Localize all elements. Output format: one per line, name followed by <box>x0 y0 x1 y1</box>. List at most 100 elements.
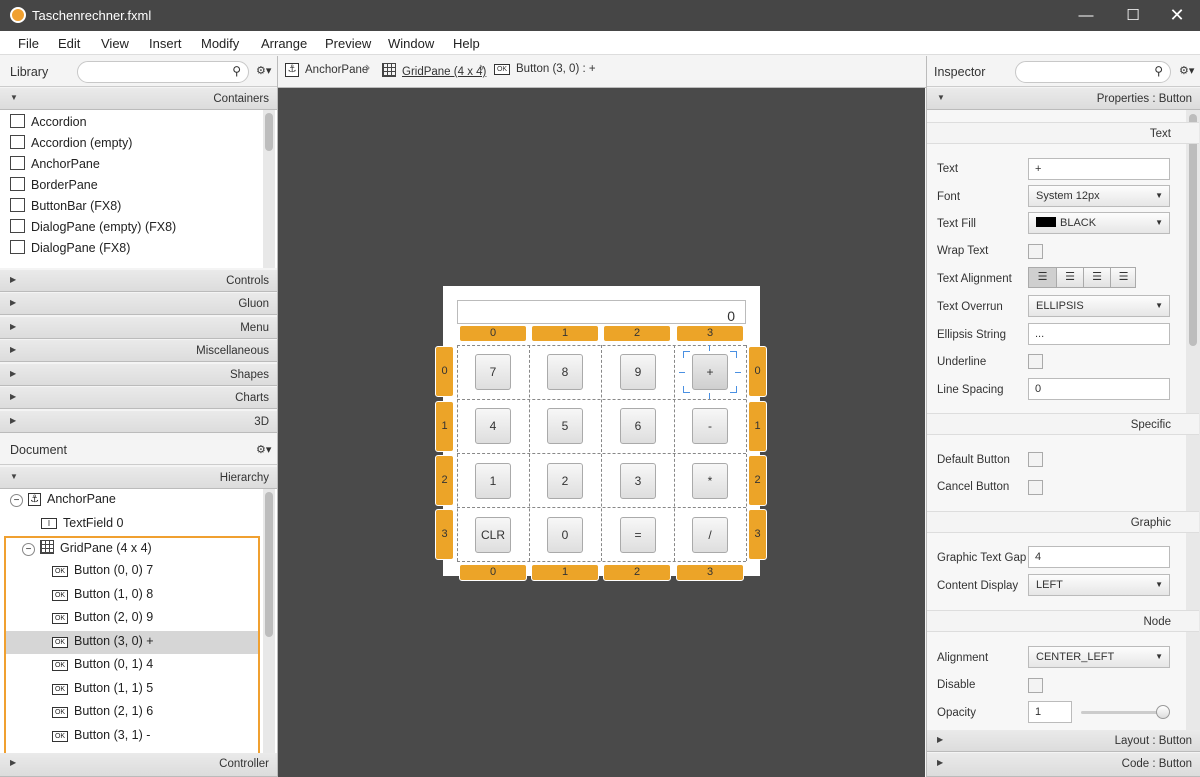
handle[interactable] <box>736 351 737 358</box>
text-fill-select[interactable]: BLACK ▼ <box>1028 212 1170 234</box>
breadcrumb-gridpane[interactable]: GridPane (4 x 4) <box>382 63 486 78</box>
align-left-icon[interactable]: ☰ <box>1029 268 1056 287</box>
content-display-select[interactable]: LEFT ▼ <box>1028 574 1170 596</box>
tree-item-button[interactable]: OK Button (0, 1) 4 <box>52 657 153 679</box>
list-item[interactable]: DialogPane (empty) (FX8) <box>10 219 176 239</box>
handle[interactable] <box>730 392 737 393</box>
graphic-text-gap-input[interactable]: 4 <box>1028 546 1170 568</box>
menu-arrange[interactable]: Arrange <box>261 36 307 51</box>
tree-item-gridpane[interactable]: − GridPane (4 x 4) <box>22 540 152 562</box>
calc-button-minus[interactable]: - <box>692 408 728 444</box>
row-tile[interactable]: 2 <box>748 455 767 506</box>
handle[interactable] <box>735 372 741 373</box>
menu-insert[interactable]: Insert <box>149 36 182 51</box>
text-input[interactable]: + <box>1028 158 1170 180</box>
section-charts[interactable]: ▶ Charts <box>0 387 277 409</box>
column-tile[interactable]: 1 <box>531 325 599 342</box>
opacity-slider-thumb[interactable] <box>1156 705 1170 719</box>
hierarchy-scrollbar[interactable] <box>263 489 275 753</box>
calc-button-6[interactable]: 6 <box>620 408 656 444</box>
collapse-icon[interactable]: − <box>10 494 23 507</box>
align-center-icon[interactable]: ☰ <box>1056 268 1083 287</box>
tree-item-button[interactable]: OK Button (3, 1) - <box>52 728 150 750</box>
align-justify-icon[interactable]: ☰ <box>1110 268 1136 287</box>
row-tile[interactable]: 3 <box>748 509 767 560</box>
row-tile[interactable]: 0 <box>748 346 767 397</box>
row-tile[interactable]: 2 <box>435 455 454 506</box>
menu-file[interactable]: File <box>18 36 39 51</box>
calc-button-2[interactable]: 2 <box>547 463 583 499</box>
section-3d[interactable]: ▶ 3D <box>0 411 277 433</box>
cancel-button-checkbox[interactable] <box>1028 480 1043 495</box>
list-item[interactable]: ButtonBar (FX8) <box>10 198 121 218</box>
list-item[interactable]: BorderPane <box>10 177 98 197</box>
column-tile[interactable]: 3 <box>676 325 744 342</box>
section-containers[interactable]: ▼ Containers <box>0 88 277 110</box>
tree-item-button[interactable]: OK Button (1, 0) 8 <box>52 587 153 609</box>
ellipsis-string-input[interactable]: ... <box>1028 323 1170 345</box>
section-layout[interactable]: ▶ Layout : Button <box>927 730 1200 752</box>
handle[interactable] <box>709 345 710 351</box>
list-item[interactable]: Accordion <box>10 114 87 134</box>
maximize-icon[interactable]: ☐ <box>1110 0 1156 31</box>
handle[interactable] <box>683 392 690 393</box>
gear-icon[interactable]: ⚙▾ <box>1179 64 1194 77</box>
inspector-search-input[interactable]: ⚲ <box>1015 61 1171 83</box>
font-select[interactable]: System 12px ▼ <box>1028 185 1170 207</box>
tree-item-button-selected[interactable]: OK Button (3, 0) + <box>52 634 154 656</box>
menu-preview[interactable]: Preview <box>325 36 371 51</box>
section-hierarchy[interactable]: ▼ Hierarchy <box>0 467 277 489</box>
calc-button-8[interactable]: 8 <box>547 354 583 390</box>
menu-window[interactable]: Window <box>388 36 434 51</box>
row-tile[interactable]: 3 <box>435 509 454 560</box>
column-tile[interactable]: 0 <box>459 564 527 581</box>
section-menu[interactable]: ▶ Menu <box>0 317 277 339</box>
collapse-icon[interactable]: − <box>22 543 35 556</box>
breadcrumb-anchorpane[interactable]: ⚓ AnchorPane <box>285 63 368 77</box>
tree-item-textfield[interactable]: I TextField 0 <box>41 516 123 538</box>
section-shapes[interactable]: ▶ Shapes <box>0 364 277 386</box>
handle[interactable] <box>683 351 690 352</box>
section-controls[interactable]: ▶ Controls <box>0 270 277 292</box>
minimize-icon[interactable]: — <box>1063 0 1109 31</box>
tree-item-button[interactable]: OK Button (2, 1) 6 <box>52 704 153 726</box>
section-properties[interactable]: ▼ Properties : Button <box>927 88 1200 110</box>
tree-item-anchorpane[interactable]: − ⚓ AnchorPane <box>10 492 116 514</box>
line-spacing-input[interactable]: 0 <box>1028 378 1170 400</box>
wrap-text-checkbox[interactable] <box>1028 244 1043 259</box>
calc-button-clr[interactable]: CLR <box>475 517 511 553</box>
calc-button-5[interactable]: 5 <box>547 408 583 444</box>
column-tile[interactable]: 1 <box>531 564 599 581</box>
handle[interactable] <box>709 393 710 399</box>
menu-help[interactable]: Help <box>453 36 480 51</box>
handle[interactable] <box>730 351 737 352</box>
underline-checkbox[interactable] <box>1028 354 1043 369</box>
calc-button-9[interactable]: 9 <box>620 354 656 390</box>
default-button-checkbox[interactable] <box>1028 452 1043 467</box>
menu-view[interactable]: View <box>101 36 129 51</box>
disable-checkbox[interactable] <box>1028 678 1043 693</box>
calc-button-4[interactable]: 4 <box>475 408 511 444</box>
selection-handles[interactable] <box>679 345 741 399</box>
row-tile[interactable]: 1 <box>435 401 454 452</box>
scroll-thumb[interactable] <box>265 492 273 637</box>
handle[interactable] <box>683 351 684 358</box>
column-tile[interactable]: 2 <box>603 325 671 342</box>
row-tile[interactable]: 0 <box>435 346 454 397</box>
scroll-thumb[interactable] <box>265 113 273 151</box>
close-icon[interactable]: ✕ <box>1154 0 1200 31</box>
menu-modify[interactable]: Modify <box>201 36 239 51</box>
column-tile[interactable]: 0 <box>459 325 527 342</box>
scroll-thumb[interactable] <box>1189 114 1197 346</box>
opacity-input[interactable]: 1 <box>1028 701 1072 723</box>
section-gluon[interactable]: ▶ Gluon <box>0 293 277 315</box>
section-code[interactable]: ▶ Code : Button <box>927 753 1200 777</box>
calculator-display[interactable]: 0 <box>457 300 746 324</box>
calc-button-divide[interactable]: / <box>692 517 728 553</box>
section-miscellaneous[interactable]: ▶ Miscellaneous <box>0 340 277 362</box>
align-right-icon[interactable]: ☰ <box>1083 268 1110 287</box>
row-tile[interactable]: 1 <box>748 401 767 452</box>
tree-item-button[interactable]: OK Button (0, 0) 7 <box>52 563 153 585</box>
menu-edit[interactable]: Edit <box>58 36 80 51</box>
handle[interactable] <box>679 372 685 373</box>
